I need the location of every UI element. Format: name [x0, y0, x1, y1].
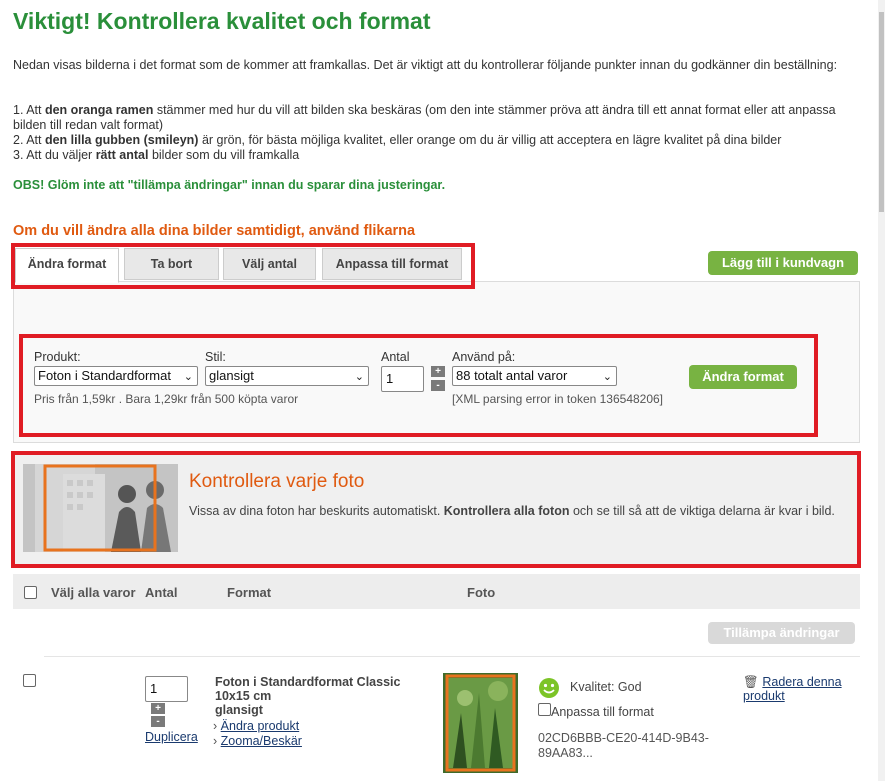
add-to-cart-button[interactable]: Lägg till i kundvagn — [708, 251, 858, 275]
point-3: 3. Att du väljer rätt antal bilder som d… — [13, 148, 300, 162]
photo-thumbnail[interactable] — [443, 673, 518, 773]
trash-icon: 🗑 — [743, 675, 759, 689]
select-all-checkbox[interactable] — [24, 586, 37, 599]
col-antal: Antal — [145, 585, 178, 600]
fit-format-checkbox[interactable] — [538, 703, 551, 716]
quality-label: Kvalitet: God — [570, 680, 642, 694]
col-select-all: Välj alla varor — [51, 585, 136, 600]
photo-id: 02CD6BBB-CE20-414D-9B43- 89AA83... — [538, 731, 709, 760]
col-format: Format — [227, 585, 272, 600]
tabs-heading: Om du vill ändra alla dina bilder samtid… — [13, 223, 416, 239]
product-size: 10x15 cm — [215, 689, 272, 703]
change-product-link[interactable]: Ändra produkt — [221, 719, 300, 733]
change-product-item[interactable]: › Ändra produkt — [213, 719, 299, 733]
product-info: Foton i Standardformat Classic 10x15 cm … — [215, 675, 400, 717]
zoom-crop-link[interactable]: Zooma/Beskär — [221, 734, 302, 748]
tabs-highlight — [11, 243, 475, 289]
info-highlight — [11, 451, 861, 568]
duplicate-link[interactable]: Duplicera — [145, 730, 198, 744]
product-name: Foton i Standardformat Classic — [215, 675, 401, 689]
delete-product[interactable]: 🗑 Radera denna produkt — [743, 675, 853, 703]
col-foto: Foto — [467, 585, 496, 600]
smiley-quality-icon — [538, 677, 560, 699]
row-minus-button[interactable]: - — [151, 716, 165, 727]
intro-text: Nedan visas bilderna i det format som de… — [13, 58, 838, 72]
point-1: 1. Att den oranga ramen stämmer med hur … — [13, 103, 836, 132]
zoom-crop-item[interactable]: › Zooma/Beskär — [213, 734, 302, 748]
table-header — [13, 574, 860, 609]
chevron-right-icon: › — [213, 734, 218, 748]
fit-format-label: Anpassa till format — [551, 705, 654, 719]
form-highlight — [19, 334, 818, 437]
row-quantity-input[interactable]: 1 — [145, 676, 188, 702]
page-title: Viktigt! Kontrollera kvalitet och format — [13, 8, 431, 34]
product-style: glansigt — [215, 703, 263, 717]
row-divider — [44, 656, 860, 657]
apply-changes-button[interactable]: Tillämpa ändringar — [708, 622, 855, 644]
chevron-right-icon: › — [213, 719, 218, 733]
row-checkbox[interactable] — [23, 674, 36, 687]
scrollbar-thumb[interactable] — [879, 12, 884, 212]
obs-note: OBS! Glöm inte att "tillämpa ändringar" … — [13, 178, 446, 192]
row-plus-button[interactable]: + — [151, 703, 165, 714]
point-2: 2. Att den lilla gubben (smileyn) är grö… — [13, 133, 782, 147]
